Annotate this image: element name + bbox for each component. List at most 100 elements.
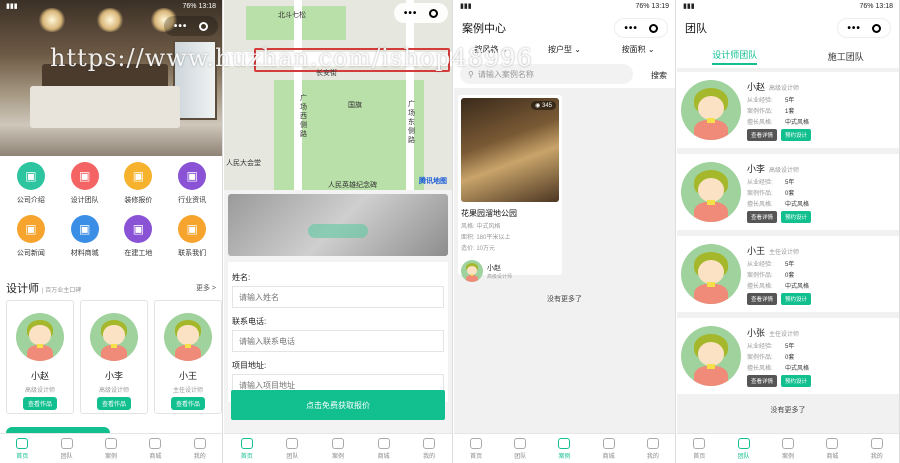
view-detail-button[interactable]: 查看详情 [747, 374, 778, 387]
designer-role: 高级设计师 [487, 273, 513, 280]
tab-label: 案例 [781, 453, 794, 460]
view-works-button[interactable]: 查看作品 [96, 397, 131, 410]
menu-item[interactable]: ▣ 设计团队 [58, 162, 112, 205]
case-icon [781, 437, 794, 449]
tab-item[interactable]: 首页 [16, 437, 28, 460]
tab-item[interactable]: 案例 [331, 437, 344, 460]
designer-section-header: 设计师 | 百万业主口碑 更多 > [6, 280, 216, 296]
more-dots-icon[interactable]: ••• [624, 23, 638, 34]
tab-construction-team[interactable]: 施工团队 [828, 50, 864, 63]
tab-item[interactable]: 商城 [149, 437, 161, 460]
tab-item[interactable]: 团队 [514, 437, 527, 460]
filter-area[interactable]: 按面积 ⌄ [622, 44, 655, 62]
tab-item[interactable]: 团队 [60, 437, 73, 460]
tab-item[interactable]: 商城 [377, 437, 390, 460]
view-detail-button[interactable]: 查看详情 [747, 210, 778, 223]
menu-item[interactable]: ▣ 在建工地 [112, 215, 166, 258]
name-input[interactable] [232, 286, 444, 308]
meta-key: 从业经验: [747, 179, 773, 186]
search-button[interactable]: 搜索 [651, 70, 667, 81]
mini-program-capsule[interactable]: ••• [394, 3, 448, 23]
menu-item[interactable]: ▣ 装修报价 [112, 162, 166, 205]
team-member-card[interactable]: 小王 主任设计师 从业经验: 5年 案例作品: 0套 擅长风格: 中式风格 查看详情 预约设计 [677, 236, 899, 312]
designer-card[interactable]: 小李 高级设计师 查看作品 [80, 300, 148, 414]
tab-item[interactable]: 团队 [737, 437, 750, 460]
no-more-text: 没有更多了 [547, 296, 582, 303]
team-member-card[interactable]: 小李 高级设计师 从业经验: 5年 案例作品: 0套 擅长风格: 中式风格 查看详情 预约设计 [677, 154, 899, 230]
meta-key: 面积: [461, 235, 475, 241]
filter-layout[interactable]: 按户型 ⌄ [548, 44, 581, 62]
more-dots-icon[interactable]: ••• [174, 21, 188, 32]
tab-item[interactable]: 首页 [470, 437, 482, 460]
team-screen: ▮▮▮ 76% 13:18 团队 ••• 设计师团队 施工团队 小赵 高级设计师从… [677, 0, 900, 463]
home-icon [240, 437, 253, 449]
tab-item[interactable]: 首页 [240, 437, 253, 460]
tab-item[interactable]: 我的 [423, 437, 435, 460]
menu-item[interactable]: ▣ 联系我们 [165, 215, 219, 258]
member-style: 擅长风格: 中式风格 [747, 363, 811, 372]
close-ring-icon[interactable] [429, 8, 439, 18]
map-label: 北斗七松 [278, 12, 306, 19]
designer-card[interactable]: 小王 主任设计师 查看作品 [154, 300, 222, 414]
tab-item[interactable]: 案例 [558, 437, 570, 460]
tab-label: 团队 [286, 453, 299, 460]
view-works-button[interactable]: 查看作品 [22, 397, 57, 410]
close-ring-icon[interactable] [648, 23, 658, 33]
tab-designer-team[interactable]: 设计师团队 [712, 48, 758, 65]
mini-program-capsule[interactable]: ••• [164, 16, 218, 36]
mini-program-capsule[interactable]: ••• [614, 18, 668, 38]
view-works-button[interactable]: 查看作品 [170, 397, 205, 410]
meta-value: 180平米以上 [476, 235, 511, 241]
mini-program-capsule[interactable]: ••• [837, 18, 891, 38]
book-design-button[interactable]: 预约设计 [781, 292, 812, 305]
map-label: 广场西侧路 [300, 95, 307, 138]
member-name: 小张 [747, 327, 766, 338]
tab-item[interactable]: 商城 [602, 437, 615, 460]
tab-item[interactable]: 案例 [781, 437, 794, 460]
case-card[interactable]: ◉ 345 花果园溜地公园 风格: 中式风格 面积: 180平米以上 造价: 1… [458, 95, 562, 282]
close-ring-icon[interactable] [871, 23, 881, 33]
phone-input[interactable] [232, 330, 444, 352]
menu-label: 联系我们 [178, 250, 207, 257]
designer-card[interactable]: 小赵 高级设计师 查看作品 [6, 300, 74, 414]
team-member-card[interactable]: 小赵 高级设计师 从业经验: 5年 案例作品: 1套 擅长风格: 中式风格 查看详情 预约设计 [677, 72, 899, 148]
status-bar: ▮▮▮ 76% 13:18 [677, 0, 899, 12]
view-detail-button[interactable]: 查看详情 [747, 292, 778, 305]
tab-label: 团队 [60, 453, 73, 460]
member-actions: 查看详情 预约设计 [747, 374, 812, 387]
meta-key: 案例作品: [747, 108, 773, 115]
eye-icon: ◉ [535, 103, 541, 109]
get-quote-button[interactable]: 点击免费获取报价 [231, 390, 445, 420]
member-exp: 从业经验: 5年 [747, 95, 811, 104]
avatar [681, 80, 741, 140]
designer-role: 高级设计师 [98, 388, 129, 394]
member-exp: 从业经验: 5年 [747, 259, 811, 268]
tab-item[interactable]: 团队 [286, 437, 299, 460]
team-icon [737, 437, 750, 449]
more-dots-icon[interactable]: ••• [847, 23, 861, 34]
tab-item[interactable]: 首页 [693, 437, 705, 460]
view-detail-button[interactable]: 查看详情 [747, 128, 778, 141]
avatar [681, 162, 741, 222]
team-member-card[interactable]: 小张 主任设计师 从业经验: 5年 案例作品: 0套 擅长风格: 中式风格 查看详情 预约设计 [677, 318, 899, 394]
tab-label: 团队 [514, 453, 527, 460]
more-dots-icon[interactable]: ••• [404, 8, 418, 19]
book-design-button[interactable]: 预约设计 [781, 374, 812, 387]
map-view[interactable]: 北斗七松 广场西侧路 国旗 广场东侧路 人民大会堂 人民英雄纪念碑 长安街 腾讯… [224, 0, 452, 190]
member-info: 小张 主任设计师 从业经验: 5年 案例作品: 0套 擅长风格: 中式风格 查看详情 预约设计 [747, 326, 812, 387]
close-ring-icon[interactable] [199, 21, 209, 31]
menu-item[interactable]: ▣ 材料商城 [58, 215, 112, 258]
tab-item[interactable]: 我的 [646, 437, 659, 460]
tab-item[interactable]: 我的 [193, 437, 206, 460]
case-title: 花果园溜地公园 [461, 209, 517, 218]
book-design-button[interactable]: 预约设计 [781, 128, 812, 141]
more-link[interactable]: 更多 > [196, 283, 216, 293]
tab-item[interactable]: 商城 [826, 437, 838, 460]
road [406, 0, 414, 190]
menu-item[interactable]: ▣ 公司介绍 [4, 162, 58, 205]
tab-item[interactable]: 案例 [104, 437, 117, 460]
menu-item[interactable]: ▣ 行业资讯 [165, 162, 219, 205]
tab-item[interactable]: 我的 [870, 437, 883, 460]
menu-item[interactable]: ▣ 公司新闻 [4, 215, 58, 258]
book-design-button[interactable]: 预约设计 [781, 210, 812, 223]
